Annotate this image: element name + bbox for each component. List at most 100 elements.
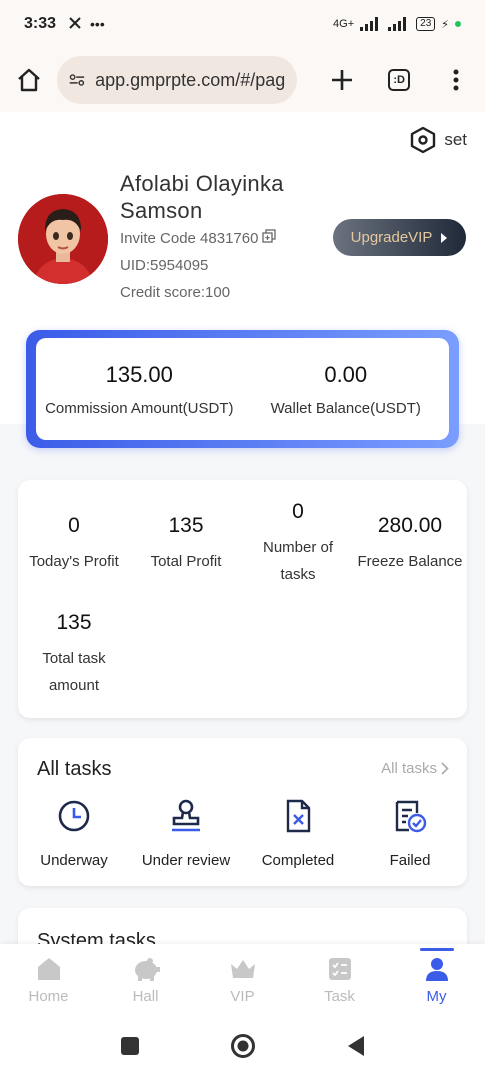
task-list-icon — [328, 957, 351, 980]
privacy-dot-icon — [455, 21, 461, 27]
copy-icon[interactable] — [262, 229, 277, 247]
stat-label: Freeze Balance — [357, 553, 463, 570]
all-tasks-card: All tasks All tasks Underway Under revie… — [18, 738, 467, 886]
page-content: set Afolabi Olayinka Samson Invite Code … — [0, 112, 485, 944]
checklist-icon — [392, 798, 428, 834]
person-icon — [425, 957, 448, 981]
system-navigation-bar — [0, 1016, 485, 1080]
signal-icon — [360, 17, 379, 31]
circle-icon — [230, 1033, 255, 1058]
home-system-button[interactable] — [230, 1033, 256, 1064]
stat-freeze-balance: 280.00 Freeze Balance — [354, 514, 466, 575]
wallet-balance: 0.00 Wallet Balance(USDT) — [243, 338, 450, 440]
home-icon — [37, 957, 60, 980]
task-completed[interactable]: Completed — [242, 798, 354, 869]
wallet-label: Wallet Balance(USDT) — [270, 399, 421, 417]
stat-todays-profit: 0 Today's Profit — [18, 514, 130, 575]
crown-icon — [230, 959, 255, 978]
nav-task[interactable]: Task — [291, 944, 388, 1016]
tab-switcher-button[interactable]: :D — [385, 64, 414, 96]
back-triangle-icon — [347, 1035, 364, 1056]
credit-score: Credit score:100 — [120, 284, 231, 301]
nav-label: My — [426, 987, 447, 1005]
battery-icon: 23 — [416, 17, 436, 31]
back-button[interactable] — [346, 1035, 366, 1062]
signal-icon — [388, 17, 407, 31]
system-tasks-card: System tasks — [18, 908, 467, 944]
system-tasks-title: System tasks — [37, 930, 156, 944]
x-icon — [68, 16, 82, 33]
status-time: 3:33 — [24, 15, 57, 32]
avatar[interactable] — [18, 194, 108, 284]
invite-code: Invite Code 4831760 — [120, 229, 259, 247]
charging-icon: ⚡ — [441, 18, 449, 31]
browser-menu-button[interactable] — [442, 64, 471, 96]
clock-icon — [56, 798, 92, 834]
nav-label: Home — [28, 987, 69, 1005]
nav-home[interactable]: Home — [0, 944, 97, 1016]
stamp-icon — [168, 798, 204, 834]
recents-button[interactable] — [120, 1036, 140, 1061]
square-icon — [120, 1036, 139, 1055]
more-dots-icon: ••• — [90, 15, 105, 32]
stat-label: Total task amount — [42, 650, 106, 694]
task-label: Completed — [261, 852, 335, 869]
commission-label: Commission Amount(USDT) — [45, 399, 234, 417]
settings-label: set — [444, 130, 467, 149]
nav-vip[interactable]: VIP — [194, 944, 291, 1016]
all-tasks-link[interactable]: All tasks — [381, 760, 449, 777]
wallet-value: 0.00 — [324, 361, 368, 387]
nav-label: Hall — [132, 987, 159, 1005]
commission-value: 135.00 — [105, 361, 173, 387]
settings-hexagon-icon — [411, 126, 436, 154]
file-x-icon — [280, 798, 316, 834]
stat-value: 0 — [292, 500, 304, 523]
settings-button[interactable]: set — [410, 126, 467, 154]
kebab-menu-icon — [453, 69, 459, 91]
task-under-review[interactable]: Under review — [130, 798, 242, 869]
play-arrow-icon — [441, 232, 448, 243]
uid: UID:5954095 — [120, 257, 209, 274]
upgrade-vip-label: UpgradeVIP — [350, 229, 433, 246]
user-name: Afolabi Olayinka Samson — [120, 171, 284, 223]
stat-label: Number of tasks — [262, 539, 334, 583]
stat-number-of-tasks: 0 Number of tasks — [242, 500, 354, 588]
balance-card: 135.00 Commission Amount(USDT) 0.00 Wall… — [26, 330, 459, 448]
task-failed[interactable]: Failed — [354, 798, 466, 869]
plus-icon — [331, 70, 352, 90]
home-button[interactable] — [14, 64, 43, 96]
nav-label: Task — [324, 987, 355, 1005]
stats-card: 0 Today's Profit 135 Total Profit 0 Numb… — [18, 480, 467, 718]
stat-value: 135 — [168, 514, 204, 537]
browser-toolbar: app.gmprpte.com/#/pag :D — [0, 48, 485, 112]
chevron-right-icon — [441, 762, 449, 775]
nav-my[interactable]: My — [388, 944, 485, 1016]
stat-label: Total Profit — [150, 553, 222, 570]
tab-count: :D — [388, 69, 411, 91]
status-bar: 3:33 ••• 4G+ 23 ⚡ — [0, 0, 485, 48]
new-tab-button[interactable] — [327, 64, 356, 96]
task-underway[interactable]: Underway — [18, 798, 130, 869]
url-text: app.gmprpte.com/#/pag — [95, 69, 286, 90]
nav-hall[interactable]: Hall — [97, 944, 194, 1016]
stat-value: 0 — [68, 514, 80, 537]
nav-label: VIP — [230, 987, 255, 1005]
task-label: Under review — [141, 852, 231, 869]
invite-code-row: Invite Code 4831760 — [120, 229, 277, 247]
browser-home-icon — [17, 68, 40, 92]
address-bar[interactable]: app.gmprpte.com/#/pag — [57, 56, 298, 104]
network-type: 4G+ — [333, 18, 355, 30]
task-label: Underway — [40, 852, 108, 869]
all-tasks-link-label: All tasks — [381, 760, 437, 777]
avatar-image — [18, 194, 108, 284]
stat-value: 135 — [56, 611, 92, 634]
stat-label: Today's Profit — [29, 553, 119, 570]
all-tasks-title: All tasks — [37, 758, 112, 780]
stat-total-profit: 135 Total Profit — [130, 514, 242, 575]
bottom-navigation: Home Hall VIP Task My — [0, 944, 485, 1016]
task-label: Failed — [389, 852, 431, 869]
commission-amount: 135.00 Commission Amount(USDT) — [36, 338, 243, 440]
stat-value: 280.00 — [377, 514, 443, 537]
site-settings-icon — [69, 74, 85, 86]
upgrade-vip-button[interactable]: UpgradeVIP — [333, 219, 466, 256]
